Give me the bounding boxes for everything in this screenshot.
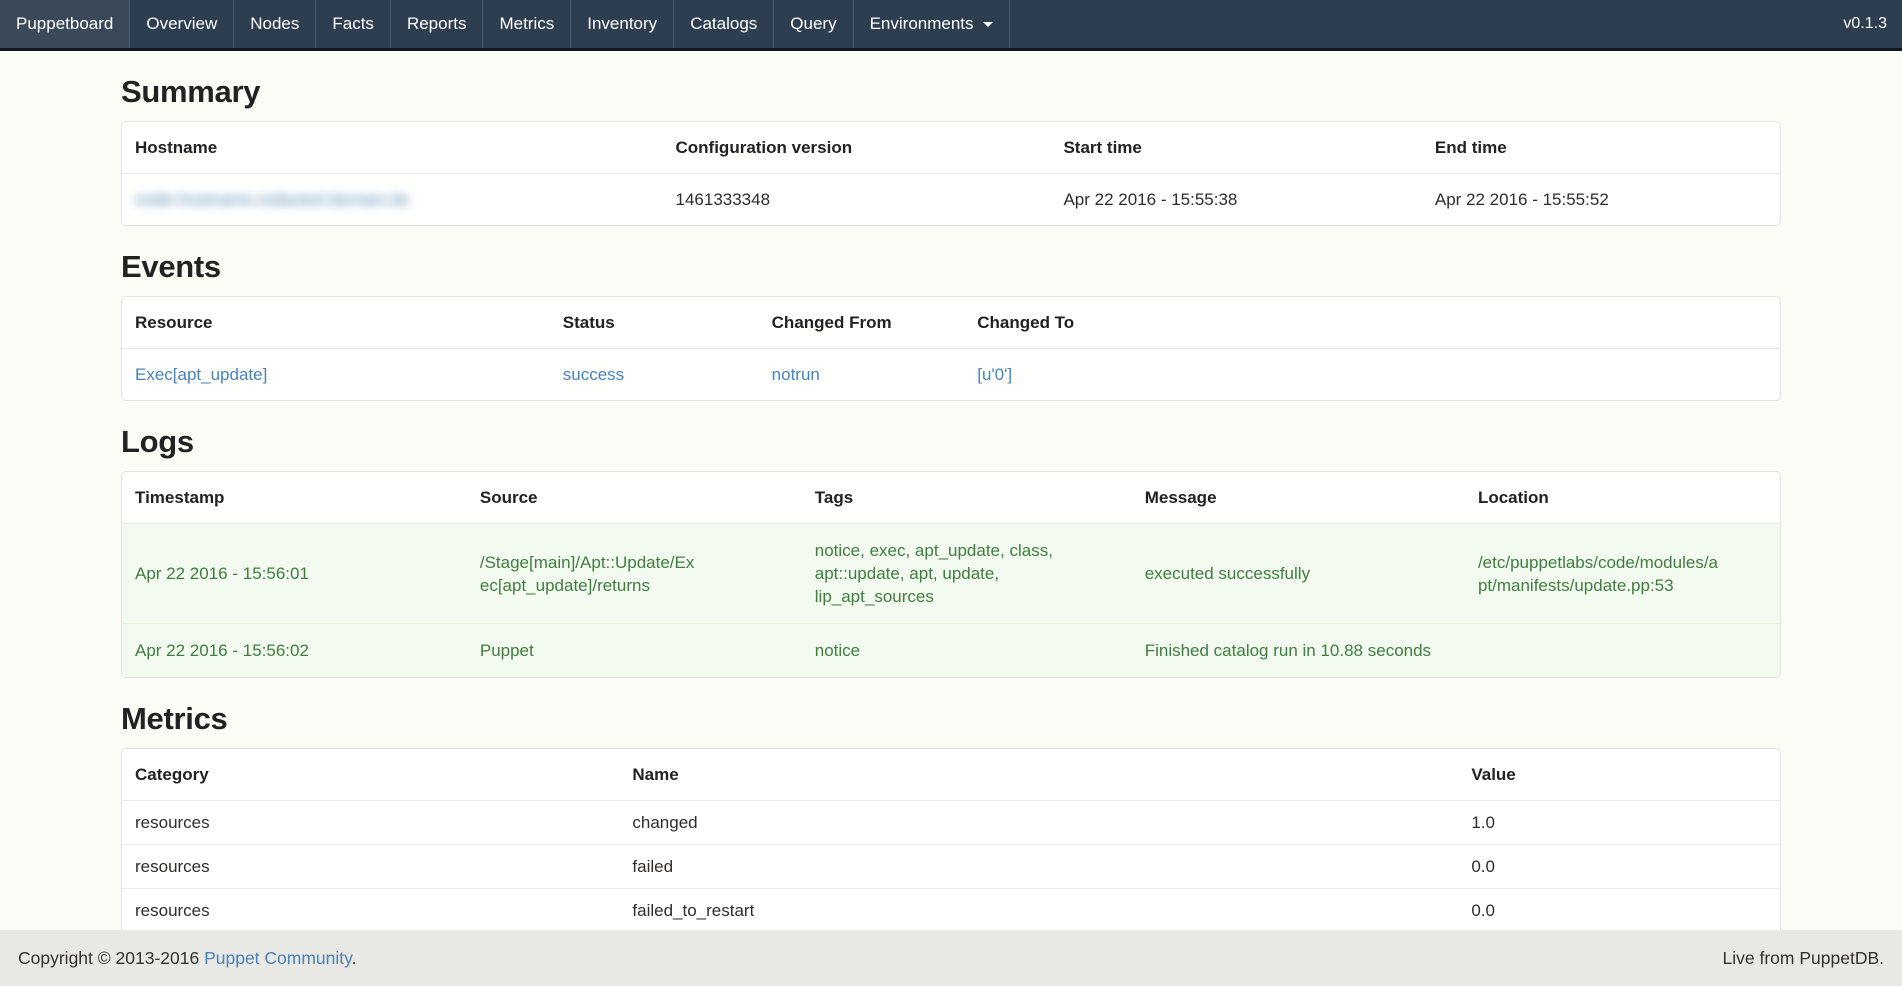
logs-col-timestamp: Timestamp [122,472,467,524]
log-tags: notice, exec, apt_update, class, apt::up… [802,524,1132,624]
app-version-label: v0.1.3 [1828,0,1902,48]
summary-heading: Summary [121,75,1781,109]
puppetdb-status-label: Live from PuppetDB. [1723,948,1884,969]
events-col-status: Status [550,297,759,349]
event-status-link[interactable]: success [563,365,624,384]
metric-value: 0.0 [1458,889,1780,933]
metrics-col-name: Name [619,749,1458,801]
metric-value: 0.0 [1458,845,1780,889]
event-resource-link[interactable]: Exec[apt_update] [135,365,267,384]
report-detail-page: Summary Hostname Configuration version S… [121,75,1781,976]
logs-col-message: Message [1132,472,1465,524]
hostname-link[interactable]: node-hostname.redacted-domain.de [135,190,409,209]
nav-item-metrics[interactable]: Metrics [483,0,571,48]
summary-header-row: Hostname Configuration version Start tim… [122,122,1780,174]
events-header-row: Resource Status Changed From Changed To [122,297,1780,349]
log-timestamp: Apr 22 2016 - 15:56:01 [122,524,467,624]
nav-item-facts[interactable]: Facts [316,0,391,48]
summary-col-end-time: End time [1422,122,1780,174]
nav-item-environments-dropdown[interactable]: Environments [854,0,1010,48]
events-col-resource: Resource [122,297,550,349]
metrics-col-category: Category [122,749,619,801]
log-source: Puppet [467,624,802,678]
nav-item-inventory[interactable]: Inventory [571,0,674,48]
nav-item-reports[interactable]: Reports [391,0,484,48]
summary-col-hostname: Hostname [122,122,663,174]
chevron-down-icon [983,22,993,27]
log-timestamp: Apr 22 2016 - 15:56:02 [122,624,467,678]
nav-item-query[interactable]: Query [774,0,853,48]
metrics-col-value: Value [1458,749,1780,801]
log-row: Apr 22 2016 - 15:56:02 Puppet notice Fin… [122,624,1780,678]
navbar-items: Puppetboard Overview Nodes Facts Reports… [0,0,1010,48]
start-time-value: Apr 22 2016 - 15:55:38 [1050,174,1421,226]
puppet-community-link[interactable]: Puppet Community [204,948,352,968]
summary-col-config-version: Configuration version [663,122,1051,174]
nav-item-overview[interactable]: Overview [130,0,234,48]
logs-heading: Logs [121,425,1781,459]
metrics-heading: Metrics [121,702,1781,736]
events-table-panel: Resource Status Changed From Changed To … [121,296,1781,401]
summary-row: node-hostname.redacted-domain.de 1461333… [122,174,1780,226]
log-tags: notice [802,624,1132,678]
events-col-changed-from: Changed From [759,297,965,349]
metric-category: resources [122,889,619,933]
events-col-changed-to: Changed To [964,297,1780,349]
metrics-header-row: Category Name Value [122,749,1780,801]
log-location: /etc/puppetlabs/code/modules/apt/manifes… [1465,524,1780,624]
metric-row: resources changed 1.0 [122,801,1780,845]
config-version-value: 1461333348 [663,174,1051,226]
logs-col-location: Location [1465,472,1780,524]
metric-row: resources failed 0.0 [122,845,1780,889]
event-row: Exec[apt_update] success notrun [u'0'] [122,349,1780,401]
footer: Copyright © 2013-2016 Puppet Community. … [0,930,1902,986]
copyright-prefix: Copyright © 2013-2016 [18,948,204,968]
navbar: Puppetboard Overview Nodes Facts Reports… [0,0,1902,51]
metric-name: failed_to_restart [619,889,1458,933]
event-changed-from-link[interactable]: notrun [772,365,820,384]
metric-name: failed [619,845,1458,889]
logs-col-source: Source [467,472,802,524]
logs-table-panel: Timestamp Source Tags Message Location A… [121,471,1781,678]
log-message: executed successfully [1132,524,1465,624]
events-table: Resource Status Changed From Changed To … [122,297,1780,400]
metric-category: resources [122,845,619,889]
summary-table: Hostname Configuration version Start tim… [122,122,1780,225]
nav-environments-label: Environments [870,14,974,34]
logs-header-row: Timestamp Source Tags Message Location [122,472,1780,524]
nav-brand-puppetboard[interactable]: Puppetboard [0,0,130,48]
summary-col-start-time: Start time [1050,122,1421,174]
metric-value: 1.0 [1458,801,1780,845]
logs-col-tags: Tags [802,472,1132,524]
log-row: Apr 22 2016 - 15:56:01 /Stage[main]/Apt:… [122,524,1780,624]
metric-name: changed [619,801,1458,845]
copyright-text: Copyright © 2013-2016 Puppet Community. [18,948,356,969]
nav-item-nodes[interactable]: Nodes [234,0,316,48]
log-message: Finished catalog run in 10.88 seconds [1132,624,1465,678]
copyright-suffix: . [352,948,357,968]
events-heading: Events [121,250,1781,284]
log-source: /Stage[main]/Apt::Update/Exec[apt_update… [467,524,802,624]
summary-table-panel: Hostname Configuration version Start tim… [121,121,1781,226]
metric-category: resources [122,801,619,845]
end-time-value: Apr 22 2016 - 15:55:52 [1422,174,1780,226]
log-location [1465,624,1780,678]
logs-table: Timestamp Source Tags Message Location A… [122,472,1780,677]
nav-item-catalogs[interactable]: Catalogs [674,0,774,48]
event-changed-to-link[interactable]: [u'0'] [977,365,1012,384]
metric-row: resources failed_to_restart 0.0 [122,889,1780,933]
